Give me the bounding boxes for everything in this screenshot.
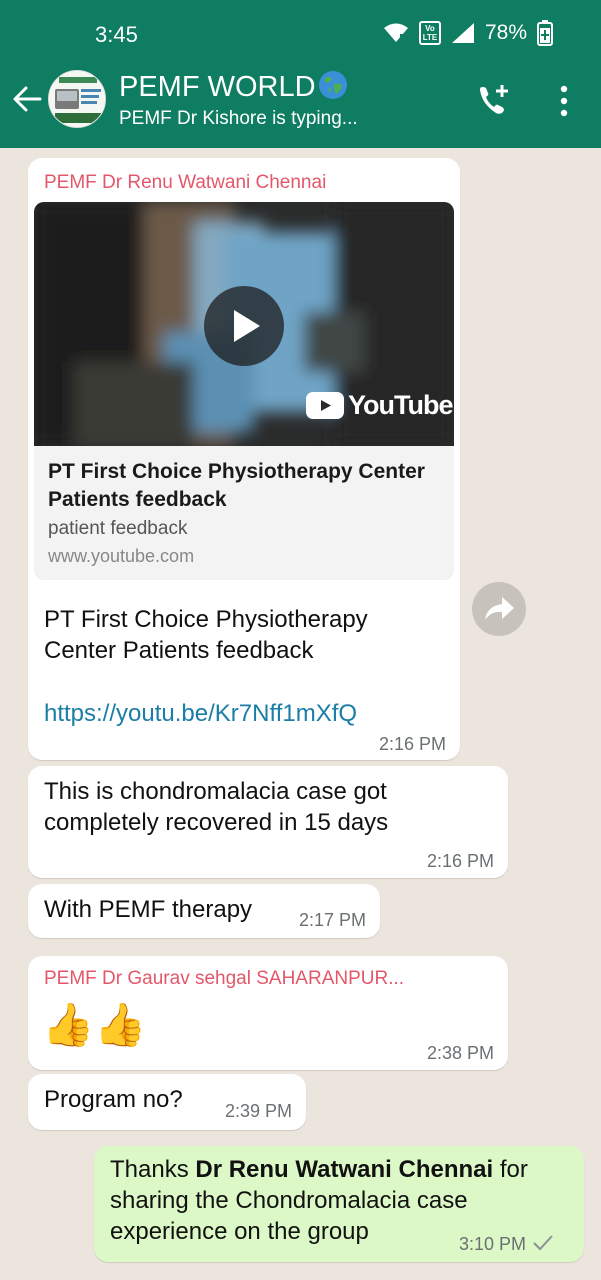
preview-description: patient feedback bbox=[48, 518, 188, 539]
link-preview-card[interactable]: YouTube PT First Choice Physiotherapy Ce… bbox=[34, 202, 454, 580]
message-bubble[interactable]: PEMF Dr Renu Watwani Chennai YouTube PT … bbox=[28, 158, 460, 760]
message-time: 2:16 PM bbox=[426, 851, 494, 871]
group-avatar[interactable] bbox=[48, 70, 106, 128]
message-time: 2:39 PM bbox=[224, 1101, 292, 1121]
play-icon bbox=[234, 310, 260, 342]
video-thumbnail[interactable]: YouTube bbox=[34, 202, 454, 446]
status-time: 3:45 bbox=[95, 22, 138, 47]
status-bar: 3:45 Vo LTE 78% bbox=[0, 0, 601, 64]
youtube-logo: YouTube bbox=[306, 390, 453, 421]
preview-domain: www.youtube.com bbox=[48, 546, 195, 566]
group-name: PEMF WORLD bbox=[119, 71, 316, 103]
play-button[interactable] bbox=[204, 286, 284, 366]
group-title[interactable]: PEMF WORLD bbox=[119, 70, 348, 104]
message-text: PT First Choice Physiotherapy Center Pat… bbox=[44, 606, 368, 664]
preview-title: PT First Choice Physiotherapy Center Pat… bbox=[48, 460, 425, 511]
message-bubble[interactable]: This is chondromalacia case got complete… bbox=[28, 766, 508, 878]
thumbs-up-emoji: 👍👍 bbox=[42, 1001, 147, 1048]
globe-emoji-icon bbox=[318, 71, 347, 99]
message-text: This is chondromalacia case got complete… bbox=[44, 778, 389, 836]
back-arrow-icon[interactable] bbox=[10, 82, 44, 116]
chat-area[interactable]: PEMF Dr Renu Watwani Chennai YouTube PT … bbox=[0, 148, 601, 1280]
forward-button[interactable] bbox=[472, 582, 526, 636]
message-text: Program no? bbox=[44, 1086, 183, 1113]
add-call-icon[interactable] bbox=[476, 82, 512, 118]
sender-name[interactable]: PEMF Dr Gaurav sehgal SAHARANPUR... bbox=[44, 968, 484, 990]
wifi-icon bbox=[383, 23, 408, 42]
message-time: 2:17 PM bbox=[298, 910, 366, 930]
message-time: 2:38 PM bbox=[426, 1043, 494, 1063]
message-text: With PEMF therapy bbox=[44, 896, 253, 923]
message-time: 2:16 PM bbox=[378, 734, 446, 754]
message-link[interactable]: https://youtu.be/Kr7Nff1mXfQ bbox=[44, 698, 357, 729]
forward-icon bbox=[485, 597, 514, 620]
message-bubble[interactable]: Program no? 2:39 PM bbox=[28, 1074, 306, 1130]
message-bubble[interactable]: PEMF Dr Gaurav sehgal SAHARANPUR... 👍👍 2… bbox=[28, 956, 508, 1070]
message-text-start: Thanks bbox=[110, 1156, 196, 1183]
volte-icon: Vo LTE bbox=[418, 21, 441, 45]
sender-name[interactable]: PEMF Dr Renu Watwani Chennai bbox=[44, 172, 326, 194]
status-icons: Vo LTE 78% bbox=[383, 20, 553, 46]
signal-icon bbox=[451, 23, 474, 43]
battery-icon bbox=[537, 20, 553, 46]
message-time: 3:10 PM bbox=[458, 1234, 526, 1254]
outgoing-message-bubble[interactable]: Thanks Dr Renu Watwani Chennai for shari… bbox=[94, 1146, 584, 1262]
chat-header: PEMF WORLD PEMF Dr Kishore is typing... bbox=[0, 64, 601, 148]
message-bubble[interactable]: With PEMF therapy 2:17 PM bbox=[28, 884, 380, 938]
battery-percent: 78% bbox=[484, 21, 527, 44]
youtube-icon bbox=[306, 392, 344, 419]
avatar-image bbox=[49, 71, 105, 127]
typing-status: PEMF Dr Kishore is typing... bbox=[119, 108, 358, 129]
youtube-wordmark: YouTube bbox=[348, 390, 453, 420]
more-options-icon[interactable] bbox=[555, 84, 573, 118]
mention[interactable]: Dr Renu Watwani Chennai bbox=[195, 1156, 493, 1183]
single-check-icon bbox=[533, 1235, 553, 1251]
